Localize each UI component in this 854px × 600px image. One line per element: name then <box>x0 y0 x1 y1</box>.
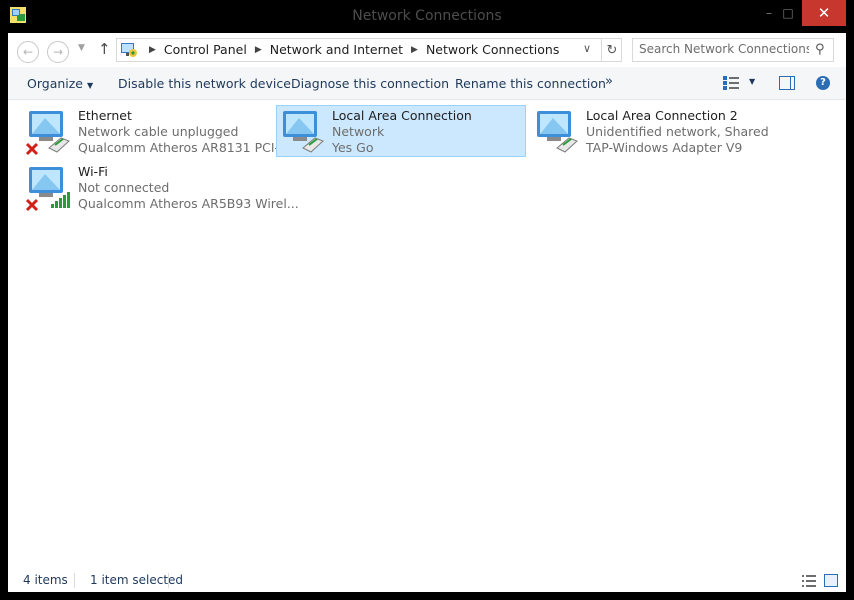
disable-device-button[interactable]: Disable this network device <box>118 76 291 91</box>
connection-status: Unidentified network, Shared <box>586 124 769 139</box>
connection-text: Local Area Connection 2 Unidentified net… <box>586 108 769 156</box>
back-button[interactable]: ← <box>17 41 39 63</box>
view-options-dropdown-icon[interactable]: ▼ <box>749 77 755 86</box>
close-button[interactable]: ✕ <box>802 0 846 26</box>
window-title: Network Connections <box>352 8 502 24</box>
command-bar: Organize ▼ Disable this network device Di… <box>8 67 846 100</box>
wired-network-adapter-icon <box>25 111 70 156</box>
wired-network-adapter-icon <box>537 111 578 153</box>
rename-connection-button[interactable]: Rename this connection <box>455 76 606 91</box>
connection-text: Ethernet Network cable unplugged Qualcom… <box>78 108 299 156</box>
breadcrumb-chevron-icon[interactable]: ▶ <box>149 45 156 55</box>
connection-device: TAP-Windows Adapter V9 <box>586 140 743 155</box>
item-count: 4 items <box>23 573 68 587</box>
search-box[interactable]: ⚲ <box>632 38 834 62</box>
details-view-icon[interactable] <box>802 575 816 587</box>
breadcrumb-control-panel[interactable]: Control Panel <box>164 42 247 57</box>
organize-menu-button[interactable]: Organize ▼ <box>27 76 93 91</box>
explorer-window: Network Connections – □ ✕ ← → ▼ ↑ ▶ Cont… <box>0 0 854 600</box>
connection-item-ethernet[interactable]: Ethernet Network cable unplugged Qualcom… <box>22 105 299 157</box>
connection-name: Local Area Connection 2 <box>586 108 738 123</box>
connection-status: Network cable unplugged <box>78 124 239 139</box>
connection-text: Wi-Fi Not connected Qualcomm Atheros AR5… <box>78 164 299 212</box>
control-panel-icon <box>121 43 137 57</box>
explorer-client-area: ← → ▼ ↑ ▶ Control Panel ▶ Network and In… <box>8 33 846 592</box>
address-dropdown-icon[interactable]: ∨ <box>583 42 591 55</box>
connections-list: Ethernet Network cable unplugged Qualcom… <box>8 100 846 562</box>
title-bar[interactable]: Network Connections – □ ✕ <box>0 0 854 33</box>
organize-dropdown-icon: ▼ <box>87 81 94 90</box>
connection-text: Local Area Connection Network Yes Go <box>332 108 472 156</box>
status-divider <box>74 573 75 588</box>
search-input[interactable] <box>639 42 809 56</box>
diagnose-connection-button[interactable]: Diagnose this connection <box>291 76 449 91</box>
breadcrumb-chevron-icon[interactable]: ▶ <box>411 45 418 55</box>
connection-name: Ethernet <box>78 108 132 123</box>
connection-device: Qualcomm Atheros AR8131 PCI-E... <box>78 140 299 155</box>
preview-pane-icon[interactable] <box>779 76 795 90</box>
connection-device: Qualcomm Atheros AR5B93 Wirel... <box>78 196 299 211</box>
recent-locations-icon[interactable]: ▼ <box>78 43 85 53</box>
connection-status: Network <box>332 124 385 139</box>
breadcrumb-network-connections[interactable]: Network Connections <box>426 42 559 57</box>
connection-item-wi-fi[interactable]: Wi-Fi Not connected Qualcomm Atheros AR5… <box>22 161 299 213</box>
forward-button[interactable]: → <box>47 41 69 63</box>
breadcrumb-network-and-internet[interactable]: Network and Internet <box>270 42 403 57</box>
connection-status: Not connected <box>78 180 170 195</box>
connection-item-local-area-connection[interactable]: Local Area Connection Network Yes Go <box>276 105 526 157</box>
up-button[interactable]: ↑ <box>98 40 111 58</box>
search-icon[interactable]: ⚲ <box>815 42 825 57</box>
status-bar: 4 items 1 item selected <box>8 562 846 592</box>
maximize-button[interactable]: □ <box>774 0 802 26</box>
breadcrumb: ▶ Control Panel ▶ Network and Internet ▶… <box>141 42 559 57</box>
address-bar[interactable]: ▶ Control Panel ▶ Network and Internet ▶… <box>116 38 622 62</box>
status-divider <box>168 573 169 588</box>
wired-network-adapter-icon <box>283 111 324 153</box>
connection-name: Wi-Fi <box>78 164 108 179</box>
wireless-network-adapter-icon <box>25 167 70 212</box>
connection-device: Yes Go <box>332 140 374 155</box>
organize-label: Organize <box>27 76 83 91</box>
change-view-icon[interactable] <box>723 76 741 90</box>
breadcrumb-chevron-icon[interactable]: ▶ <box>255 45 262 55</box>
more-commands-button[interactable]: » <box>605 74 613 89</box>
connection-item-local-area-connection-2[interactable]: Local Area Connection 2 Unidentified net… <box>530 105 780 157</box>
navigation-bar: ← → ▼ ↑ ▶ Control Panel ▶ Network and In… <box>8 33 846 67</box>
large-icons-view-icon[interactable] <box>824 574 838 587</box>
refresh-button[interactable]: ↻ <box>601 39 622 61</box>
connection-name: Local Area Connection <box>332 108 472 123</box>
help-icon[interactable]: ? <box>816 76 830 90</box>
